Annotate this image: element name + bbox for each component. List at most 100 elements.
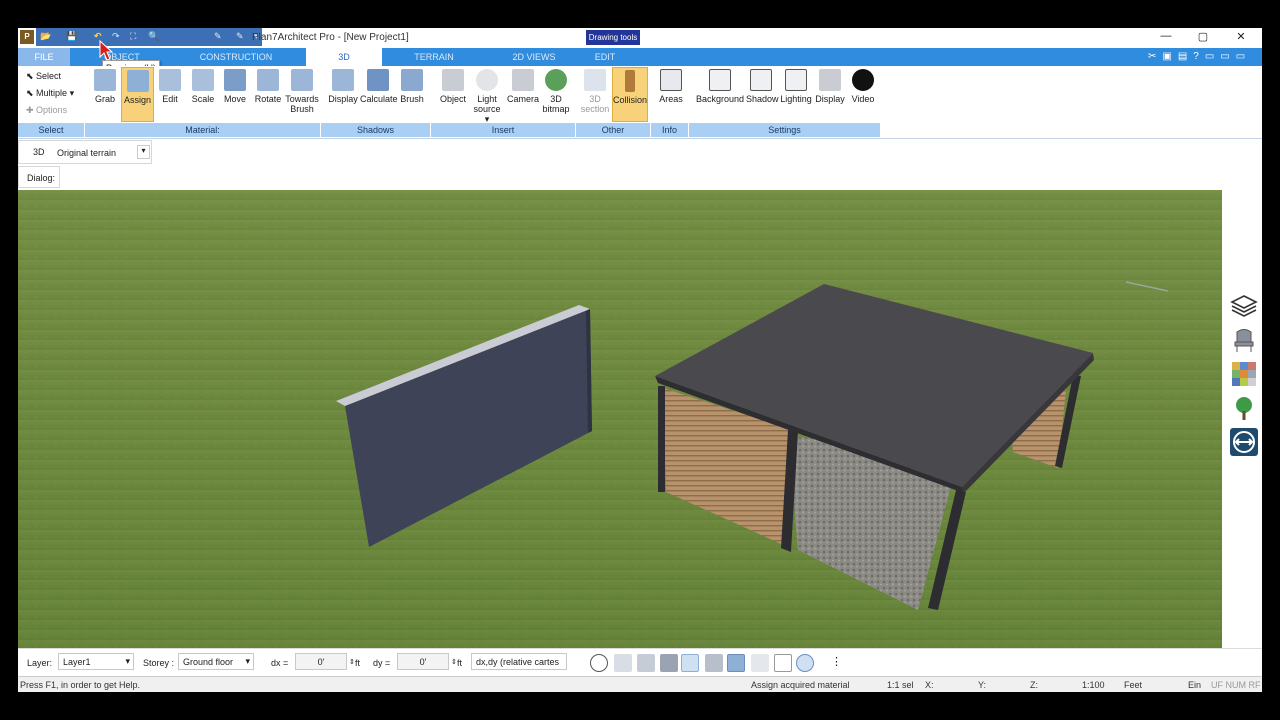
3d-section-button[interactable]: 3D section <box>580 67 610 122</box>
view-mode-label: 3D <box>33 147 45 157</box>
layer-select[interactable]: Layer1 ▾ <box>58 653 134 670</box>
open-folder-icon[interactable]: 📂 <box>40 31 51 42</box>
calculate-shadow-button[interactable]: Calculate <box>360 67 398 122</box>
scale-label: Scale <box>191 94 215 104</box>
tab-file[interactable]: FILE <box>18 48 70 66</box>
zoom-extents-icon[interactable]: ⛶ <box>130 31 136 42</box>
coordinate-mode-value: dx,dy (relative cartes <box>476 657 560 667</box>
3d-bitmap-button[interactable]: 3D bitmap <box>540 67 572 122</box>
dx-spin-icon[interactable]: ⇕ <box>349 658 355 666</box>
collision-button[interactable]: Collision <box>612 67 648 122</box>
3d-scene[interactable] <box>18 190 1222 648</box>
app-logo-icon: P <box>20 30 34 44</box>
dy-unit: ft <box>457 658 463 668</box>
dimension-tool-icon[interactable] <box>1230 428 1258 456</box>
pen-icon[interactable]: ✎ <box>214 31 222 42</box>
dy-spin-icon[interactable]: ⇕ <box>451 658 457 666</box>
group-other: Other <box>576 123 651 137</box>
scale-button[interactable]: Scale <box>188 67 218 122</box>
mesh-icon[interactable] <box>705 654 723 672</box>
terrain-select[interactable]: Original terrain <box>57 148 116 158</box>
assign-icon <box>126 70 149 92</box>
house-shadow-icon <box>750 69 772 91</box>
terrain-dropdown-icon[interactable]: ▾ <box>137 145 150 159</box>
brush-shadow-button[interactable]: Brush <box>398 67 426 122</box>
help-status-bar: Press F1, in order to get Help. Assign a… <box>18 676 1262 692</box>
minimize-button[interactable]: — <box>1152 30 1180 46</box>
dy-input[interactable]: 0' <box>397 653 449 670</box>
lighting-button[interactable]: Lighting <box>778 67 814 122</box>
video-button[interactable]: Video <box>848 67 878 122</box>
display-shadow-icon <box>332 69 354 91</box>
shadow-settings-button[interactable]: Shadow <box>746 67 779 122</box>
clock-icon[interactable] <box>590 654 608 672</box>
brush-shadow-label: Brush <box>400 94 424 104</box>
background-label: Background <box>695 94 745 104</box>
assign-button[interactable]: Assign <box>121 67 154 122</box>
object-button[interactable]: Object <box>438 67 468 122</box>
camera-view-icon[interactable] <box>637 654 655 672</box>
maximize-button[interactable]: ▢ <box>1189 30 1217 46</box>
scale-icon <box>192 69 214 91</box>
tab-construction[interactable]: CONSTRUCTION <box>193 48 279 66</box>
north-icon[interactable] <box>796 654 814 672</box>
options-button[interactable]: ✚ Options <box>26 105 67 116</box>
dx-input[interactable]: 0' <box>295 653 347 670</box>
tab-terrain[interactable]: TERRAIN <box>406 48 462 66</box>
areas-button[interactable]: Areas <box>656 67 686 122</box>
multiple-dropdown[interactable]: ⬉ Multiple ▾ <box>26 88 74 99</box>
cube-icon[interactable] <box>660 654 678 672</box>
screen-icon[interactable] <box>614 654 632 672</box>
grid-icon[interactable] <box>774 654 792 672</box>
display-settings-button[interactable]: Display <box>814 67 846 122</box>
edit-material-button[interactable]: Edit <box>156 67 184 122</box>
brush-icon <box>401 69 423 91</box>
towards-brush-icon <box>291 69 313 91</box>
dy-value: 0' <box>419 657 427 667</box>
camera-button[interactable]: Camera <box>506 67 540 122</box>
background-button[interactable]: Background <box>694 67 746 122</box>
storey-select[interactable]: Ground floor ▾ <box>178 653 254 670</box>
move-button[interactable]: Move <box>220 67 250 122</box>
rotate-button[interactable]: Rotate <box>252 67 284 122</box>
scale-display: 1:100 <box>1082 680 1105 690</box>
3d-bitmap-label-1: 3D <box>550 94 562 104</box>
group-settings: Settings <box>689 123 881 137</box>
display-shadow-button[interactable]: Display <box>326 67 360 122</box>
move-label: Move <box>223 94 246 104</box>
chair-furniture-icon[interactable] <box>1230 326 1258 354</box>
terrain-wire-icon[interactable] <box>681 654 699 672</box>
lightbulb-icon <box>476 69 498 91</box>
plane-icon[interactable] <box>727 654 745 672</box>
dx-value: 0' <box>317 657 325 667</box>
object-label: Object <box>439 94 466 104</box>
save-icon[interactable]: 💾 <box>66 31 77 42</box>
layers-icon[interactable] <box>1230 292 1258 320</box>
select-label: Select <box>36 71 62 81</box>
select-tool[interactable]: ⬉ Select <box>26 71 61 82</box>
ribbon-extra-icons[interactable]: ✂▣▤?▭▭▭ <box>1148 51 1251 62</box>
more-options-icon[interactable]: ⋮ <box>831 655 842 668</box>
tab-edit[interactable]: EDIT <box>588 48 622 66</box>
quick-access-toolbar: 📂 💾 ↶ ↷ ⛶ 🔍 ✎ ✎ ▾ <box>36 28 262 46</box>
plants-tree-icon[interactable] <box>1230 394 1258 422</box>
mouse-cursor-icon <box>99 40 114 61</box>
close-button[interactable]: ✕ <box>1227 30 1255 46</box>
zoom-icon[interactable]: 🔍 <box>148 31 159 42</box>
status-toolbar: Layer: Layer1 ▾ Storey : Ground floor ▾ dx… <box>18 648 1262 676</box>
towards-brush-button[interactable]: Towards Brush <box>284 67 320 122</box>
pencil-icon[interactable]: ✎ <box>236 31 244 42</box>
ribbon-panel: ⬉ Select ⬉ Multiple ▾ ✚ Options Grab Ass… <box>18 66 1262 139</box>
coordinate-mode-select[interactable]: dx,dy (relative cartes <box>471 653 567 670</box>
grab-button[interactable]: Grab <box>90 67 120 122</box>
group-insert: Insert <box>431 123 576 137</box>
3d-viewport[interactable] <box>18 190 1222 648</box>
group-select: Select <box>18 123 85 137</box>
tab-2d-views[interactable]: 2D VIEWS <box>504 48 564 66</box>
person-icon <box>625 70 635 92</box>
group-shadows: Shadows <box>321 123 431 137</box>
light-source-button[interactable]: Light source ▾ <box>470 67 504 124</box>
tab-3d[interactable]: 3D <box>306 48 382 66</box>
water-icon[interactable] <box>751 654 769 672</box>
materials-palette-icon[interactable] <box>1230 360 1258 388</box>
